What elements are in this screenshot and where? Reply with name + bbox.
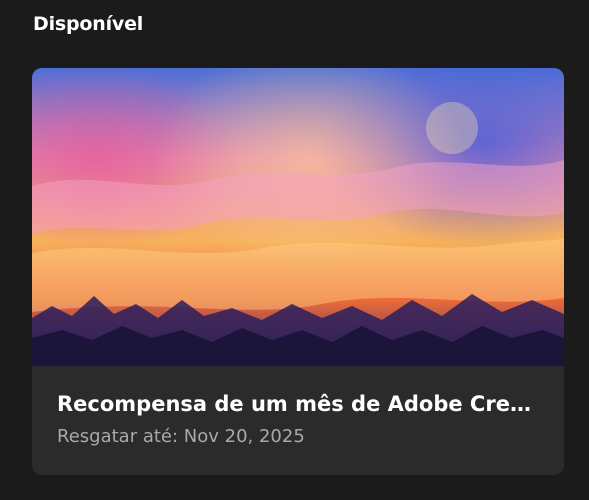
section-title: Disponível [33, 13, 144, 35]
reward-image-art [32, 102, 564, 366]
redeem-deadline: Resgatar até: Nov 20, 2025 [57, 426, 305, 447]
reward-title: Recompensa de um mês de Adobe Crea... [57, 392, 542, 416]
reward-card-body: Recompensa de um mês de Adobe Crea... Re… [32, 366, 564, 475]
reward-image [32, 68, 564, 366]
reward-card[interactable]: Recompensa de um mês de Adobe Crea... Re… [32, 68, 564, 475]
